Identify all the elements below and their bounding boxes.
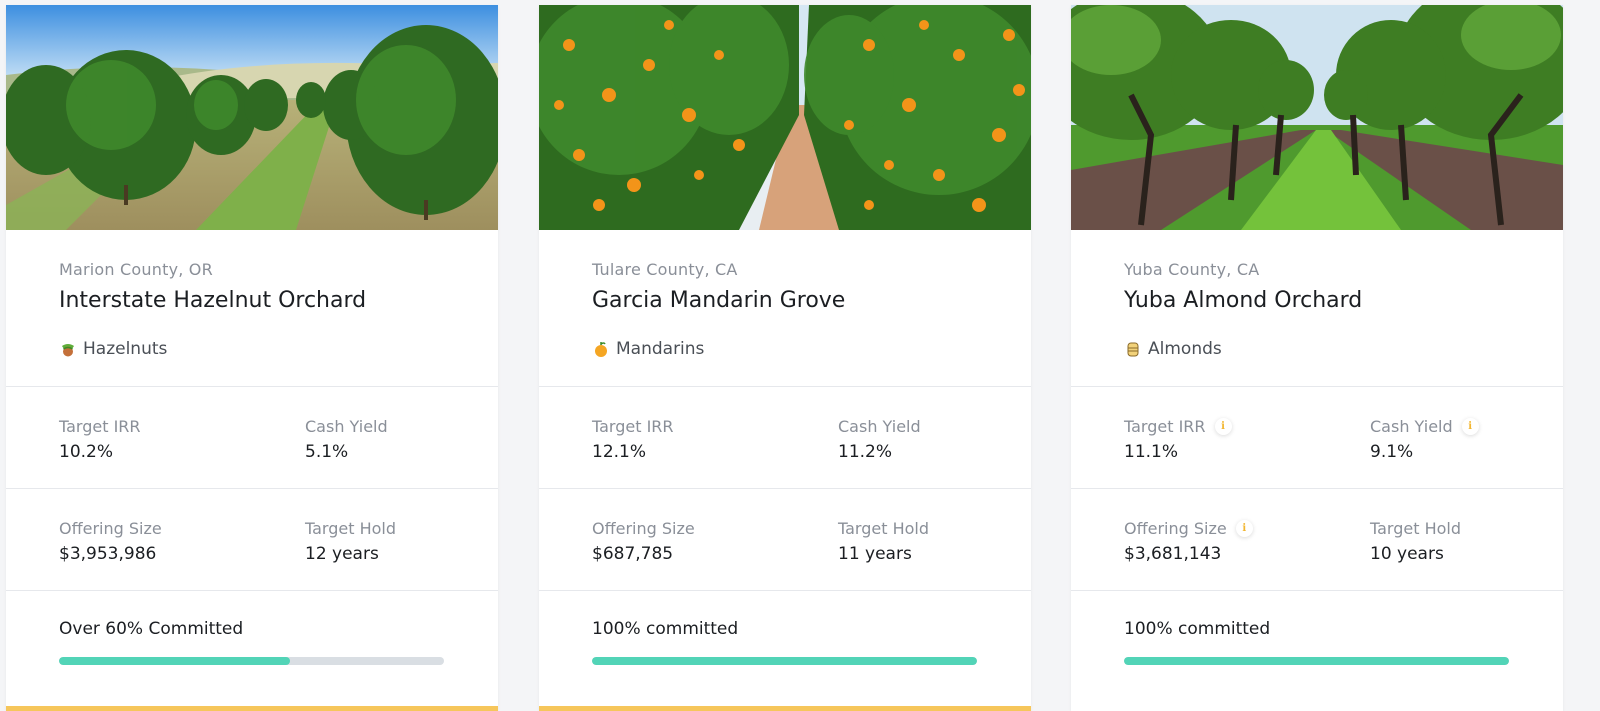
commitment-text: 100% committed [1124, 619, 1271, 639]
info-icon[interactable]: i [1235, 519, 1253, 537]
target-irr-label: Target IRR [592, 416, 674, 436]
target-hold-value: 12 years [305, 544, 379, 564]
target-irr: Target IRR 12.1% [592, 416, 674, 463]
commitment-progress-fill [592, 657, 977, 665]
orchard-photo [539, 5, 1031, 230]
commitment-progress-bar [59, 657, 444, 665]
offering-size-value: $3,953,986 [59, 544, 157, 564]
cash-yield: Cash Yield 5.1% [305, 416, 388, 463]
cash-yield-label: Cash Yield [305, 416, 388, 436]
target-hold: Target Hold 10 years [1370, 518, 1462, 565]
offering-size-value: $3,681,143 [1124, 544, 1222, 564]
returns-row: Target IRR 12.1% Cash Yield 11.2% [539, 387, 1031, 489]
target-irr-label: Target IRR [59, 416, 141, 436]
commitment-text: 100% committed [592, 619, 739, 639]
info-icon[interactable]: i [1214, 417, 1232, 435]
offering-size-label: Offering Size [59, 518, 162, 538]
cash-yield-value: 5.1% [305, 442, 349, 462]
target-hold: Target Hold 11 years [838, 518, 930, 565]
card-accent-bar [539, 706, 1031, 711]
offering-title[interactable]: Garcia Mandarin Grove [592, 288, 845, 313]
cash-yield-value: 9.1% [1370, 442, 1414, 462]
info-icon[interactable]: i [1461, 417, 1479, 435]
commitment-section: 100% committed [1071, 591, 1563, 711]
cash-yield-label: Cash Yield [838, 416, 921, 436]
target-irr: Target IRR i 11.1% [1124, 416, 1232, 462]
offering-size-value: $687,785 [592, 544, 674, 564]
offering-title[interactable]: Interstate Hazelnut Orchard [59, 288, 366, 313]
offering-size-label: Offering Size [1124, 518, 1227, 538]
tangerine-icon [592, 340, 610, 358]
target-hold-label: Target Hold [305, 518, 397, 538]
commitment-text: Over 60% Committed [59, 619, 244, 639]
card-header: Marion County, OR Interstate Hazelnut Or… [6, 230, 498, 387]
returns-row: Target IRR 10.2% Cash Yield 5.1% [6, 387, 498, 489]
commitment-progress-bar [1124, 657, 1509, 665]
crop-tag: Almonds [1124, 339, 1222, 359]
card-header: Yuba County, CA Yuba Almond Orchard Almo… [1071, 230, 1563, 387]
target-hold-label: Target Hold [1370, 518, 1462, 538]
commitment-section: Over 60% Committed [6, 591, 498, 711]
cash-yield: Cash Yield i 9.1% [1370, 416, 1479, 462]
card-accent-bar [6, 706, 498, 711]
target-irr-value: 11.1% [1124, 442, 1179, 462]
offering-size-label: Offering Size [592, 518, 695, 538]
orchard-photo [6, 5, 498, 230]
offering-size: Offering Size i $3,681,143 [1124, 518, 1253, 564]
crop-tag: Hazelnuts [59, 339, 167, 359]
offering-row: Offering Size i $3,681,143 Target Hold 1… [1071, 489, 1563, 591]
hazelnut-icon [59, 340, 77, 358]
crop-label: Mandarins [616, 339, 705, 359]
crop-label: Hazelnuts [83, 339, 168, 359]
offering-size: Offering Size $687,785 [592, 518, 695, 565]
offering-row: Offering Size $687,785 Target Hold 11 ye… [539, 489, 1031, 591]
crop-tag: Mandarins [592, 339, 704, 359]
location: Marion County, OR [59, 260, 213, 279]
cash-yield-label: Cash Yield [1370, 416, 1453, 436]
cash-yield: Cash Yield 11.2% [838, 416, 921, 463]
offering-row: Offering Size $3,953,986 Target Hold 12 … [6, 489, 498, 591]
offering-title[interactable]: Yuba Almond Orchard [1124, 288, 1362, 313]
returns-row: Target IRR i 11.1% Cash Yield i 9.1% [1071, 387, 1563, 489]
orchard-photo [1071, 5, 1563, 230]
offering-card-yuba-almond[interactable]: Yuba County, CA Yuba Almond Orchard Almo… [1071, 5, 1563, 711]
target-hold-value: 11 years [838, 544, 912, 564]
target-irr: Target IRR 10.2% [59, 416, 141, 463]
location: Tulare County, CA [592, 260, 738, 279]
offering-card-garcia-mandarin[interactable]: Tulare County, CA Garcia Mandarin Grove … [539, 5, 1031, 711]
target-irr-value: 10.2% [59, 442, 114, 462]
commitment-section: 100% committed [539, 591, 1031, 711]
target-hold-value: 10 years [1370, 544, 1444, 564]
commitment-progress-fill [1124, 657, 1509, 665]
target-irr-label: Target IRR [1124, 416, 1206, 436]
crop-label: Almonds [1148, 339, 1222, 359]
location: Yuba County, CA [1124, 260, 1260, 279]
card-header: Tulare County, CA Garcia Mandarin Grove … [539, 230, 1031, 387]
offering-card-interstate-hazelnut[interactable]: Marion County, OR Interstate Hazelnut Or… [6, 5, 498, 711]
target-irr-value: 12.1% [592, 442, 647, 462]
cash-yield-value: 11.2% [838, 442, 893, 462]
target-hold-label: Target Hold [838, 518, 930, 538]
offering-size: Offering Size $3,953,986 [59, 518, 162, 565]
almond-icon [1124, 340, 1142, 358]
commitment-progress-bar [592, 657, 977, 665]
target-hold: Target Hold 12 years [305, 518, 397, 565]
commitment-progress-fill [59, 657, 290, 665]
